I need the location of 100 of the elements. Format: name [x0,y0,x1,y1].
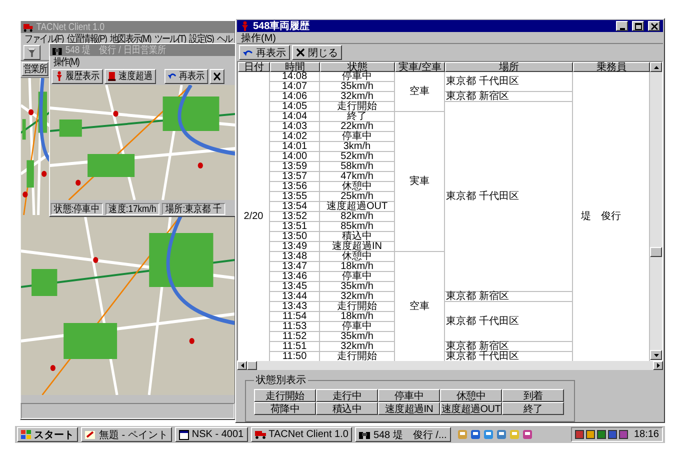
table-cell: 11:53 [270,322,320,332]
table-cell: 85km/h [320,222,395,232]
figure-icon [240,21,249,31]
table-cell: 14:06 [270,92,320,102]
refresh-button[interactable]: 再表示 [239,45,290,60]
status-filter-button[interactable]: 休憩中 [440,389,502,402]
status-filter-button[interactable]: 終了 [502,402,564,415]
table-cell: 14:00 [270,152,320,162]
close-icon [213,72,221,80]
table-cell: 32km/h [320,292,395,302]
truck-icon [254,430,266,439]
scroll-left-button[interactable] [237,361,247,370]
table-cell: 14:05 [270,102,320,112]
table-cell: 47km/h [320,172,395,182]
scrollbar[interactable] [650,62,662,360]
table-cell: 東京都 新宿区 [445,292,573,302]
table-cell: 東京都 新宿区 [445,92,573,102]
table-cell: 実車 [395,112,445,252]
menu-item[interactable]: 操作(M) [241,30,276,44]
taskbar-button[interactable]: 548 堤 俊行 /... [355,427,451,442]
table-cell: 14:02 [270,132,320,142]
menu-item[interactable]: 操作(M) [53,54,79,68]
column-header[interactable]: 日付 [238,62,270,72]
table-cell: 停車中 [320,322,395,332]
table-cell: 82km/h [320,212,395,222]
menu-item[interactable]: ヘル [216,32,232,46]
taskbar-button[interactable]: 無題 - ペイント [81,427,172,442]
scroll-up-button[interactable] [650,62,662,72]
column-header[interactable]: 場所 [445,62,573,72]
taskbar-button[interactable]: NSK - 4001 [174,427,248,442]
status-filter-button[interactable]: 到着 [502,389,564,402]
minimize-button[interactable] [616,21,628,31]
table-cell: 58km/h [320,162,395,172]
refresh-button[interactable]: 再表示 [164,68,208,84]
status-filter-button[interactable]: 荷降中 [254,402,316,415]
status-filter-button[interactable]: 走行開始 [254,389,316,402]
table-cell: 停車中 [320,72,395,82]
window-title: TACNet Client 1.0 [36,22,104,32]
book-icon [108,71,116,81]
table-cell: 休憩中 [320,182,395,192]
close-button[interactable]: 閉じる [292,45,342,60]
speed-button[interactable]: 速度超過 [104,68,156,84]
column-header[interactable]: 状態 [320,62,395,72]
table-cell: 35km/h [320,332,395,342]
quick-launch-icon [522,429,533,440]
menu-item[interactable]: 地図表示(M) [110,32,151,46]
close-button[interactable] [648,21,660,31]
table-cell: 東京都 千代田区 [445,302,573,342]
start-button[interactable]: スタート [17,427,78,442]
status-filter-button[interactable]: 走行中 [316,389,378,402]
column-header[interactable]: 乗務員 [573,62,650,72]
office-tab[interactable]: 営業所 [22,62,48,76]
status-pane: 速度:17km/h [105,203,160,215]
down-arrow-icon [654,354,658,356]
binoculars-icon [52,46,62,54]
scrollbar[interactable] [237,361,663,370]
table-cell: 14:03 [270,122,320,132]
taskbar-button[interactable]: TACNet Client 1.0 [250,427,352,442]
table-cell: 18km/h [320,262,395,272]
status-pane: 状態:停車中 [50,203,103,215]
history-button[interactable]: 履歴表示 [52,68,103,84]
quick-launch-icon [482,429,494,440]
table-cell: 32km/h [320,342,395,352]
table-cell: 13:44 [270,292,320,302]
table-cell: 13:50 [270,232,320,242]
status-filter-button[interactable]: 速度超過IN [378,402,440,415]
undo-arrow-icon [168,72,176,80]
scroll-right-button[interactable] [653,361,663,370]
status-filter-button[interactable]: 積込中 [316,402,378,415]
status-filter-button[interactable]: 停車中 [378,389,440,402]
scroll-thumb[interactable] [247,361,257,370]
scroll-thumb[interactable] [650,247,662,258]
table-cell: 停車中 [320,272,395,282]
column-header[interactable]: 実車/空車 [395,62,445,72]
quick-launch-icon [496,429,507,440]
table-cell: 11:52 [270,332,320,342]
table-cell: 13:57 [270,172,320,182]
toolbar-button[interactable] [23,44,41,60]
close-button[interactable] [210,68,224,84]
figure-icon [55,71,63,81]
window-title: 548車両履歴 [253,20,310,33]
group-title: 状態別表示 [255,374,307,387]
column-header[interactable]: 時間 [270,62,320,72]
table-cell: 13:56 [270,182,320,192]
scroll-down-button[interactable] [650,350,662,360]
table-cell: 東京都 千代田区 [445,102,573,292]
maximize-button[interactable] [632,21,644,31]
windows-logo-icon [21,430,31,439]
table-cell: 13:45 [270,282,320,292]
table-cell: 14:04 [270,112,320,122]
table-cell: 13:52 [270,212,320,222]
table-cell: 終了 [320,112,395,122]
maximize-icon [634,22,642,30]
table-cell: 32km/h [320,92,395,102]
table-cell: 14:01 [270,142,320,152]
status-filter-button[interactable]: 速度超過OUT [440,402,502,415]
table-cell: 13:46 [270,272,320,282]
table-cell: 積込中 [320,232,395,242]
up-arrow-icon [654,66,658,68]
paint-icon [85,430,96,440]
